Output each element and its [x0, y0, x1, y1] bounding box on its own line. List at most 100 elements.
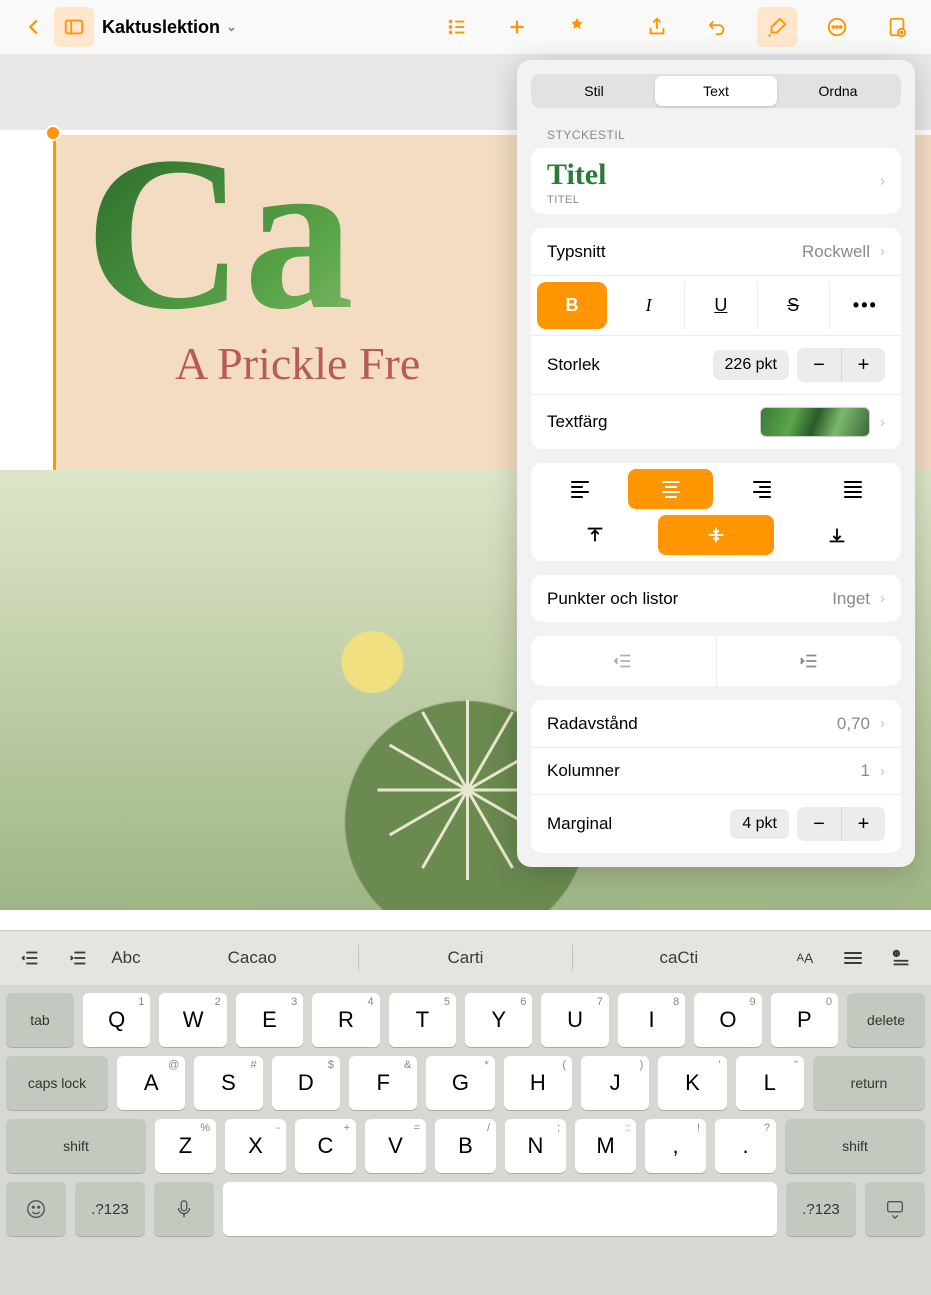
separator	[358, 945, 359, 971]
key-t[interactable]: 5T	[389, 993, 456, 1047]
margin-value[interactable]: 4 pkt	[730, 809, 789, 839]
key-b[interactable]: /B	[435, 1119, 496, 1173]
document-settings-button[interactable]	[877, 7, 917, 47]
bold-button[interactable]: B	[537, 282, 607, 329]
align-justify-button[interactable]	[810, 469, 895, 509]
list-indent-left-icon[interactable]	[10, 938, 50, 978]
key-a[interactable]: @A	[117, 1056, 185, 1110]
chevron-right-icon: ›	[880, 590, 885, 607]
outline-button[interactable]	[437, 7, 477, 47]
margin-increase[interactable]: +	[841, 807, 885, 841]
align-button[interactable]	[833, 938, 873, 978]
chevron-right-icon: ›	[880, 414, 885, 431]
key-j[interactable]: )J	[581, 1056, 649, 1110]
key-space[interactable]	[223, 1182, 777, 1236]
line-spacing-row[interactable]: Radavstånd 0,70 ›	[531, 700, 901, 747]
selection-handle[interactable]	[45, 125, 61, 141]
key-z[interactable]: %Z	[155, 1119, 216, 1173]
key-q[interactable]: 1Q	[83, 993, 150, 1047]
suggestion-3[interactable]: caCti	[581, 948, 777, 968]
key-shift-right[interactable]: shift	[785, 1119, 925, 1173]
margin-decrease[interactable]: −	[797, 807, 841, 841]
document-title-text: Kaktuslektion	[102, 17, 220, 38]
key-delete[interactable]: delete	[847, 993, 925, 1047]
valign-top-button[interactable]	[537, 515, 652, 555]
font-row[interactable]: Typsnitt Rockwell ›	[531, 228, 901, 275]
key-n[interactable]: ;N	[505, 1119, 566, 1173]
key-return[interactable]: return	[813, 1056, 925, 1110]
line-spacing-label: Radavstånd	[547, 714, 638, 734]
key-g[interactable]: *G	[426, 1056, 494, 1110]
key-numbers-right[interactable]: .?123	[786, 1182, 856, 1236]
valign-middle-button[interactable]	[658, 515, 773, 555]
list-indent-right-icon[interactable]	[58, 938, 98, 978]
italic-button[interactable]: I	[613, 282, 684, 329]
align-center-button[interactable]	[628, 469, 713, 509]
add-button[interactable]	[497, 7, 537, 47]
key-emoji[interactable]	[6, 1182, 66, 1236]
key-comma[interactable]: !,	[645, 1119, 706, 1173]
outdent-button[interactable]	[531, 636, 716, 686]
back-button[interactable]	[14, 7, 54, 47]
key-v[interactable]: =V	[365, 1119, 426, 1173]
key-p[interactable]: 0P	[771, 993, 838, 1047]
sidebar-toggle[interactable]	[54, 7, 94, 47]
chevron-right-icon: ›	[880, 173, 885, 190]
tab-style[interactable]: Stil	[533, 76, 655, 106]
key-e[interactable]: 3E	[236, 993, 303, 1047]
key-numbers-left[interactable]: .?123	[75, 1182, 145, 1236]
key-m[interactable]: :M	[575, 1119, 636, 1173]
size-value[interactable]: 226 pkt	[713, 350, 789, 380]
key-l[interactable]: "L	[736, 1056, 804, 1110]
key-d[interactable]: $D	[272, 1056, 340, 1110]
abc-button[interactable]: Abc	[106, 938, 146, 978]
bullets-row[interactable]: Punkter och listor Inget ›	[531, 575, 901, 622]
key-k[interactable]: 'K	[658, 1056, 726, 1110]
columns-row[interactable]: Kolumner 1 ›	[531, 747, 901, 794]
key-capslock[interactable]: caps lock	[6, 1056, 108, 1110]
key-u[interactable]: 7U	[541, 993, 608, 1047]
key-x[interactable]: -X	[225, 1119, 286, 1173]
tab-arrange[interactable]: Ordna	[777, 76, 899, 106]
format-brush-button[interactable]	[757, 7, 797, 47]
indent-button[interactable]	[716, 636, 902, 686]
key-h[interactable]: (H	[504, 1056, 572, 1110]
key-y[interactable]: 6Y	[465, 993, 532, 1047]
key-mic[interactable]	[154, 1182, 214, 1236]
key-o[interactable]: 9O	[694, 993, 761, 1047]
paragraph-style-row[interactable]: Titel TITEL ›	[531, 148, 901, 214]
key-r[interactable]: 4R	[312, 993, 379, 1047]
document-title[interactable]: Kaktuslektion ⌄	[102, 17, 237, 38]
key-w[interactable]: 2W	[159, 993, 226, 1047]
suggestion-2[interactable]: Carti	[367, 948, 563, 968]
paragraph-style-name: Titel	[547, 158, 606, 192]
key-dismiss[interactable]	[865, 1182, 925, 1236]
key-tab[interactable]: tab	[6, 993, 74, 1047]
key-s[interactable]: #S	[194, 1056, 262, 1110]
more-button[interactable]	[817, 7, 857, 47]
more-styles-button[interactable]: •••	[829, 282, 901, 329]
key-period[interactable]: ?.	[715, 1119, 776, 1173]
key-f[interactable]: &F	[349, 1056, 417, 1110]
tab-text[interactable]: Text	[655, 76, 777, 106]
strikethrough-button[interactable]: S	[757, 282, 829, 329]
size-increase[interactable]: +	[841, 348, 885, 382]
share-button[interactable]	[637, 7, 677, 47]
key-c[interactable]: +C	[295, 1119, 356, 1173]
align-right-button[interactable]	[719, 469, 804, 509]
undo-button[interactable]	[697, 7, 737, 47]
margin-row: Marginal 4 pkt − +	[531, 794, 901, 853]
text-color-row[interactable]: Textfärg ›	[531, 394, 901, 449]
size-decrease[interactable]: −	[797, 348, 841, 382]
valign-bottom-button[interactable]	[780, 515, 895, 555]
tools-button[interactable]	[557, 7, 597, 47]
key-shift-left[interactable]: shift	[6, 1119, 146, 1173]
chevron-right-icon: ›	[880, 243, 885, 260]
suggestion-1[interactable]: Cacao	[154, 948, 350, 968]
underline-button[interactable]: U	[684, 282, 756, 329]
color-swatch[interactable]	[760, 407, 870, 437]
insert-button[interactable]	[881, 938, 921, 978]
align-left-button[interactable]	[537, 469, 622, 509]
text-size-button[interactable]: AA	[785, 938, 825, 978]
key-i[interactable]: 8I	[618, 993, 685, 1047]
